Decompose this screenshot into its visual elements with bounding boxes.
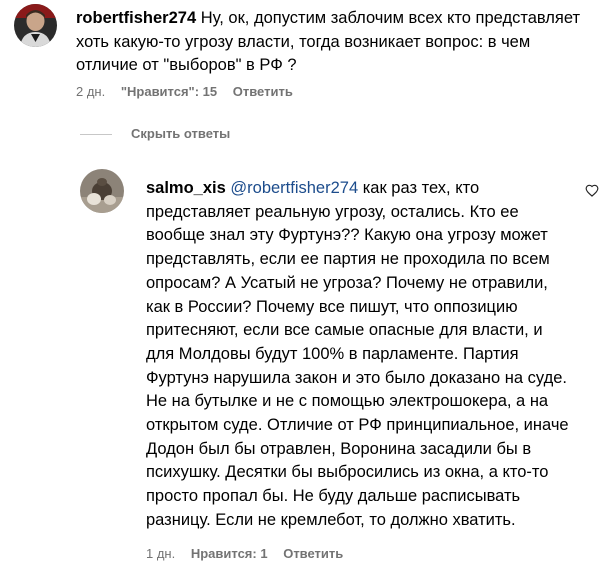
reply-mention-link[interactable]: @robertfisher274	[226, 179, 358, 197]
reply-meta: 1 дн. Нравится: 1 Ответить	[146, 546, 343, 561]
reply-body: salmo_xis @robertfisher274 как раз тех, …	[146, 177, 571, 533]
comment-body: robertfisher274 Ну, ок, допустим заблочи…	[76, 7, 591, 78]
replies-divider-line	[80, 134, 112, 135]
user-avatar-icon	[80, 169, 124, 213]
comment-meta: 2 дн. "Нравится": 15 Ответить	[76, 84, 293, 99]
hide-replies-button[interactable]: Скрыть ответы	[131, 126, 230, 141]
reply-username[interactable]: salmo_xis	[146, 179, 226, 197]
reply-reply-button[interactable]: Ответить	[283, 546, 343, 561]
comment-time[interactable]: 2 дн.	[76, 84, 105, 99]
comment-username[interactable]: robertfisher274	[76, 9, 196, 27]
user-avatar-icon	[14, 4, 57, 47]
reply-time[interactable]: 1 дн.	[146, 546, 175, 561]
avatar-robertfisher274[interactable]	[14, 4, 57, 47]
heart-outline-icon[interactable]	[585, 184, 599, 197]
reply-button[interactable]: Ответить	[233, 84, 293, 99]
comment-likes[interactable]: "Нравится": 15	[121, 84, 217, 99]
reply-text: как раз тех, кто представляет реальную у…	[146, 179, 569, 529]
avatar-salmo-xis[interactable]	[80, 169, 124, 213]
reply-likes[interactable]: Нравится: 1	[191, 546, 268, 561]
